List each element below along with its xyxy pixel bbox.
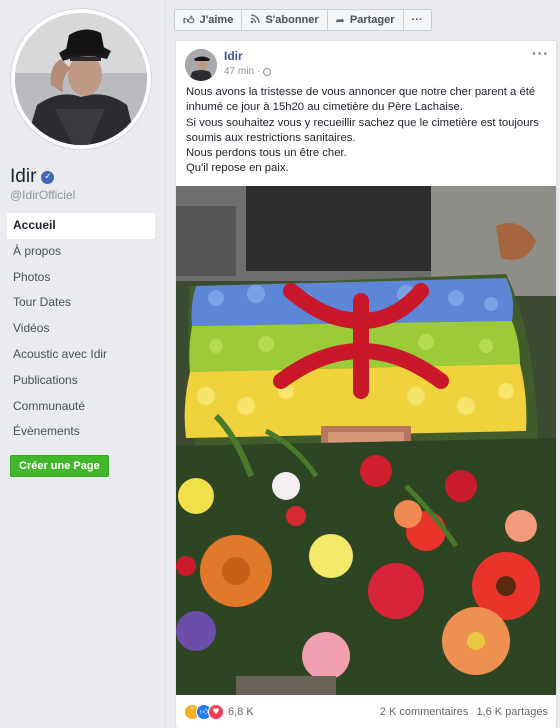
nav-item-evenements[interactable]: Évènements: [7, 419, 155, 445]
post-message: Nous avons la tristesse de vous annoncer…: [186, 85, 546, 177]
reactions-count[interactable]: 6,8 K: [228, 706, 254, 718]
profile-picture-frame[interactable]: [11, 9, 151, 149]
love-reaction-icon: ♥: [208, 703, 224, 720]
share-arrow-icon: ➦: [335, 13, 345, 27]
meta-separator: ·: [257, 66, 261, 77]
comments-count[interactable]: 2 K commentaires: [380, 706, 469, 718]
thumbs-up-icon: 👍︎: [183, 13, 195, 27]
grave-flowers-photo: [176, 186, 556, 695]
subscribe-label: S'abonner: [265, 14, 319, 26]
post-card: Idir 47 min · ··· Nous avons la tristess…: [175, 40, 557, 728]
like-page-button[interactable]: 👍︎ J'aime: [174, 9, 243, 31]
post-paragraph: Si vous souhaitez vous y recueillir sach…: [186, 116, 539, 144]
profile-picture: [15, 13, 147, 145]
share-page-label: Partager: [349, 14, 395, 26]
nav-item-acoustic[interactable]: Acoustic avec Idir: [7, 342, 155, 368]
post-author-avatar[interactable]: [185, 49, 217, 81]
shares-count[interactable]: 1,6 K partages: [476, 706, 548, 718]
nav-item-photos[interactable]: Photos: [7, 265, 155, 291]
profile-photo-illustration: [15, 13, 147, 145]
nav-item-publications[interactable]: Publications: [7, 368, 155, 394]
nav-item-accueil[interactable]: Accueil: [7, 213, 155, 239]
more-options-label: ···: [411, 14, 423, 26]
post-meta: 47 min ·: [224, 66, 272, 77]
reaction-icons[interactable]: ˚ 👍︎ ♥: [184, 703, 224, 720]
post-stats: 2 K commentaires 1,6 K partages: [380, 706, 548, 718]
subscribe-button[interactable]: S'abonner: [241, 9, 328, 31]
nav-item-videos[interactable]: Vidéos: [7, 316, 155, 342]
more-dots-icon[interactable]: ···: [532, 45, 549, 61]
post-footer: ˚ 👍︎ ♥ 6,8 K 2 K commentaires 1,6 K part…: [176, 695, 556, 728]
nav-item-communaute[interactable]: Communauté: [7, 394, 155, 420]
post-paragraph: Nous perdons tous un être cher.: [186, 147, 347, 160]
share-page-button[interactable]: ➦ Partager: [326, 9, 404, 31]
create-page-button[interactable]: Créer une Page: [10, 455, 109, 477]
post-timestamp[interactable]: 47 min: [224, 66, 254, 77]
page-name-text[interactable]: Idir: [10, 166, 36, 188]
page-action-bar: 👍︎ J'aime S'abonner ➦ Partager ···: [174, 9, 432, 31]
page-nav: Accueil À propos Photos Tour Dates Vidéo…: [7, 213, 155, 445]
page-handle[interactable]: @IdirOfficiel: [10, 188, 75, 202]
like-page-label: J'aime: [199, 14, 234, 26]
rss-icon: [250, 13, 260, 27]
verified-badge-icon: ✓: [41, 170, 55, 184]
page-sidebar: Idir ✓ @IdirOfficiel Accueil À propos Ph…: [0, 0, 165, 727]
nav-item-a-propos[interactable]: À propos: [7, 239, 155, 265]
post-paragraph: Nous avons la tristesse de vous annoncer…: [186, 86, 536, 114]
page-name[interactable]: Idir ✓: [10, 166, 55, 188]
column-divider: [165, 0, 166, 727]
nav-item-tour-dates[interactable]: Tour Dates: [7, 290, 155, 316]
post-paragraph: Qu'il repose en paix.: [186, 162, 289, 175]
globe-icon: [263, 67, 272, 76]
post-author-name[interactable]: Idir: [224, 49, 243, 63]
post-photo[interactable]: [176, 186, 556, 695]
more-options-button[interactable]: ···: [402, 9, 432, 31]
